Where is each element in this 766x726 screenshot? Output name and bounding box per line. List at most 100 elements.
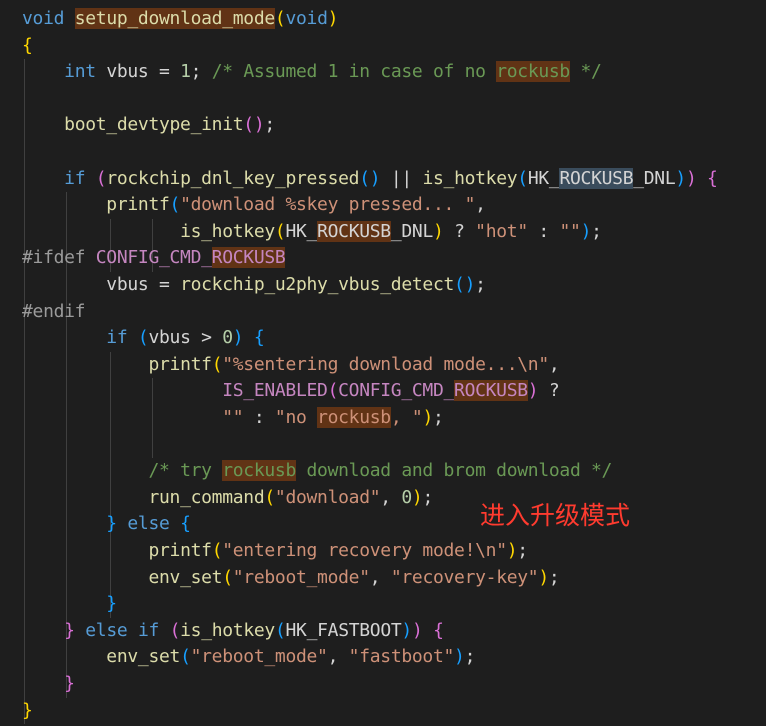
code-line[interactable]: int vbus = 1; /* Assumed 1 in case of no… (22, 59, 602, 85)
code-token: void (22, 8, 65, 29)
code-token: #ifdef (22, 247, 96, 269)
code-token: ) (411, 619, 423, 641)
code-line[interactable]: printf("entering recovery mode!\n"); (22, 538, 528, 564)
code-line[interactable]: IS_ENABLED(CONFIG_CMD_ROCKUSB) ? (22, 378, 560, 404)
code-token: 1 (180, 61, 191, 83)
code-token: ) (411, 486, 423, 508)
code-token: "%sentering download mode...\n" (222, 353, 549, 375)
code-token: if (137, 619, 160, 641)
code-token: */ (569, 61, 602, 83)
code-token: } (64, 619, 75, 641)
code-line[interactable]: void setup_download_mode(void) (22, 6, 338, 32)
code-token: vbus = (106, 274, 181, 295)
code-token: ) (422, 407, 433, 428)
code-editor[interactable]: void setup_download_mode(void){ int vbus… (0, 0, 766, 726)
code-line[interactable]: if (rockchip_dnl_key_pressed() || is_hot… (22, 166, 718, 192)
code-token: ; (517, 540, 528, 561)
code-line[interactable]: boot_devtype_init(); (22, 112, 275, 138)
code-line[interactable]: #endif (22, 299, 86, 325)
code-token: ) (685, 167, 697, 189)
code-token: , (475, 194, 486, 216)
code-token: ) (232, 327, 244, 349)
code-token: else (127, 513, 170, 535)
code-line[interactable]: "" : "no rockusb, "); (22, 405, 444, 431)
code-line[interactable]: { (22, 33, 33, 59)
code-line[interactable]: is_hotkey(HK_ROCKUSB_DNL) ? "hot" : ""); (22, 219, 602, 245)
code-line[interactable]: } else { (22, 511, 191, 537)
code-token: ) (327, 8, 339, 29)
code-token: "fastboot" (348, 646, 455, 668)
code-token: ( (180, 646, 191, 668)
code-token: ) (580, 220, 592, 242)
code-token: setup_download_mode (74, 8, 275, 29)
code-token: ; (190, 61, 212, 83)
code-token: vbus = (95, 61, 181, 83)
code-token: ? (538, 380, 560, 402)
code-line[interactable]: env_set("reboot_mode", "recovery-key"); (22, 565, 559, 591)
code-token: vbus > (148, 327, 223, 349)
code-line[interactable]: printf("download %skey pressed... ", (22, 192, 486, 218)
code-token: "" (222, 407, 244, 428)
annotation-text: 进入升级模式 (480, 501, 631, 530)
code-token: "no (274, 407, 318, 428)
code-line[interactable]: printf("%sentering download mode...\n", (22, 352, 559, 378)
code-line[interactable]: #ifdef CONFIG_CMD_ROCKUSB (22, 245, 286, 271)
code-token: ) (401, 619, 412, 641)
code-token: ; (548, 566, 560, 588)
code-token: _DNL (390, 220, 433, 242)
code-token: ; (422, 486, 433, 508)
code-token: "entering recovery mode!\n" (222, 540, 507, 561)
code-token: printf (148, 540, 212, 561)
code-token: if (64, 167, 86, 189)
code-token: { (253, 327, 265, 349)
code-token: ( (222, 566, 233, 588)
code-token: } (64, 673, 75, 694)
code-token: if (106, 327, 128, 349)
code-line[interactable]: } else if (is_hotkey(HK_FASTBOOT)) { (22, 618, 444, 644)
code-line[interactable]: run_command("download", 0); (22, 485, 433, 511)
code-line[interactable]: } (22, 591, 117, 617)
code-line[interactable]: env_set("reboot_mode", "fastboot"); (22, 644, 475, 670)
code-token: || (380, 167, 423, 189)
code-token: ( (274, 220, 286, 242)
code-token: printf (148, 353, 212, 375)
code-line[interactable]: } (22, 698, 33, 724)
code-token: ; (464, 646, 476, 668)
code-token: printf (106, 194, 170, 216)
code-token: else (85, 619, 128, 641)
code-line[interactable]: if (vbus > 0) { (22, 325, 264, 351)
code-token: ; (433, 407, 444, 428)
code-line[interactable]: vbus = rockchip_u2phy_vbus_detect(); (22, 272, 486, 298)
code-token: ( (95, 167, 107, 189)
code-line[interactable]: /* try rockusb download and brom downloa… (22, 458, 612, 484)
code-token: run_command (148, 486, 265, 508)
code-token: #endif (22, 300, 86, 322)
code-token: ) (506, 540, 518, 561)
code-token: rockchip_u2phy_vbus_detect (180, 274, 455, 295)
code-token: ( (274, 619, 286, 641)
code-token: IS_ENABLED (222, 380, 328, 402)
code-token: ( (211, 353, 223, 375)
code-token: HK_ (527, 167, 560, 189)
code-token: boot_devtype_init (64, 114, 244, 136)
code-token: } (22, 699, 33, 721)
code-line[interactable]: } (22, 671, 75, 697)
code-token: rockchip_dnl_key_pressed (106, 167, 360, 189)
code-token: is_hotkey (180, 619, 275, 641)
code-token: ) (527, 380, 539, 402)
code-token: "hot" (475, 220, 528, 242)
code-token: void (285, 8, 328, 29)
